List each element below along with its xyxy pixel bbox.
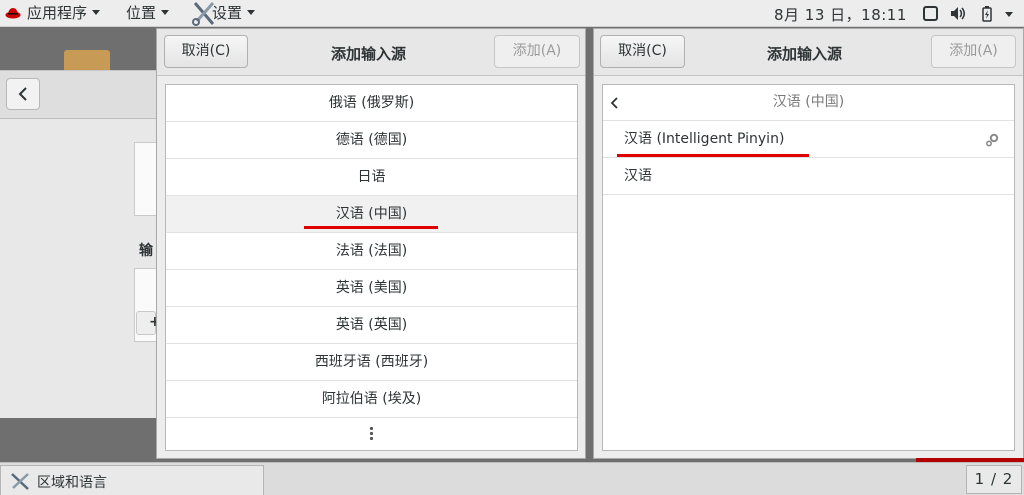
chevron-down-icon [92, 10, 101, 15]
language-row[interactable]: 英语 (英国) [166, 307, 577, 344]
more-options-icon[interactable] [166, 425, 577, 442]
back-button[interactable] [6, 78, 40, 110]
gear-icon[interactable] [984, 132, 1000, 148]
folder-icon [64, 50, 110, 72]
top-bar: 应用程序 位置 设置 8月 13 日，18:11 [0, 0, 1024, 27]
annotation-underline [617, 154, 809, 157]
settings-menu[interactable]: 设置 [212, 4, 256, 23]
input-sources-label-fragment: 输 [139, 243, 153, 259]
language-row[interactable]: 英语 (美国) [166, 270, 577, 307]
taskbar-window-item[interactable]: 区域和语言 [0, 465, 264, 495]
language-row[interactable]: 俄语 (俄罗斯) [166, 85, 577, 122]
input-source-list: 汉语 (中国) 汉语 (Intelligent Pinyin) 汉语 [602, 84, 1015, 451]
add-input-source-dialog-left: 取消(C) 添加输入源 添加(A) 俄语 (俄罗斯) 德语 (德国) 日语 汉语… [156, 28, 586, 459]
chevron-down-icon [247, 10, 256, 15]
cancel-button[interactable]: 取消(C) [164, 35, 248, 68]
input-source-row[interactable]: 汉语 [603, 158, 1014, 195]
bottom-taskbar: 区域和语言 1 / 2 [0, 462, 1024, 495]
volume-icon[interactable] [949, 5, 967, 22]
add-button[interactable]: 添加(A) [931, 35, 1016, 68]
redhat-logo-icon [5, 8, 21, 19]
region-language-window: + [0, 70, 161, 418]
tools-icon [11, 473, 29, 490]
settings-menu-label: 设置 [212, 4, 243, 22]
language-row[interactable]: 法语 (法国) [166, 233, 577, 270]
add-input-source-button[interactable]: + [136, 311, 161, 335]
language-header: 汉语 (中国) [772, 94, 845, 110]
add-input-source-dialog-right: 取消(C) 添加输入源 添加(A) 汉语 (中国) 汉语 (Intelligen… [593, 28, 1024, 459]
input-source-label: 汉语 (Intelligent Pinyin) [624, 131, 785, 147]
language-row[interactable]: 西班牙语 (西班牙) [166, 344, 577, 381]
clock[interactable]: 8月 13 日，18:11 [774, 4, 907, 25]
applications-menu-label: 应用程序 [27, 4, 88, 22]
language-row[interactable]: 日语 [166, 159, 577, 196]
dialog-title: 添加输入源 [331, 45, 407, 63]
cancel-button[interactable]: 取消(C) [600, 35, 685, 68]
language-row[interactable]: 德语 (德国) [166, 122, 577, 159]
language-list: 俄语 (俄罗斯) 德语 (德国) 日语 汉语 (中国) 法语 (法国) 英语 (… [165, 84, 578, 451]
back-row[interactable]: 汉语 (中国) [603, 85, 1014, 121]
chevron-down-icon[interactable] [1005, 12, 1013, 17]
input-source-row[interactable]: 汉语 (Intelligent Pinyin) [603, 121, 1014, 158]
dialog-header: 取消(C) 添加输入源 添加(A) [157, 29, 585, 76]
applications-menu[interactable]: 应用程序 [27, 4, 101, 23]
add-button[interactable]: 添加(A) [494, 35, 580, 68]
language-row[interactable]: 阿拉伯语 (埃及) [166, 381, 577, 418]
battery-icon[interactable] [978, 5, 996, 22]
dialog-title: 添加输入源 [767, 45, 843, 63]
dialog-header: 取消(C) 添加输入源 添加(A) [594, 29, 1023, 76]
places-menu[interactable]: 位置 [126, 4, 170, 23]
workspace-pager[interactable]: 1 / 2 [966, 465, 1022, 494]
window-icon[interactable] [922, 5, 940, 22]
input-source-label: 汉语 [624, 168, 652, 184]
taskbar-window-label: 区域和语言 [37, 475, 107, 491]
chevron-down-icon [161, 10, 170, 15]
chevron-left-icon [18, 87, 27, 101]
annotation-underline [304, 226, 438, 229]
places-menu-label: 位置 [126, 4, 157, 22]
window-header [0, 71, 160, 119]
